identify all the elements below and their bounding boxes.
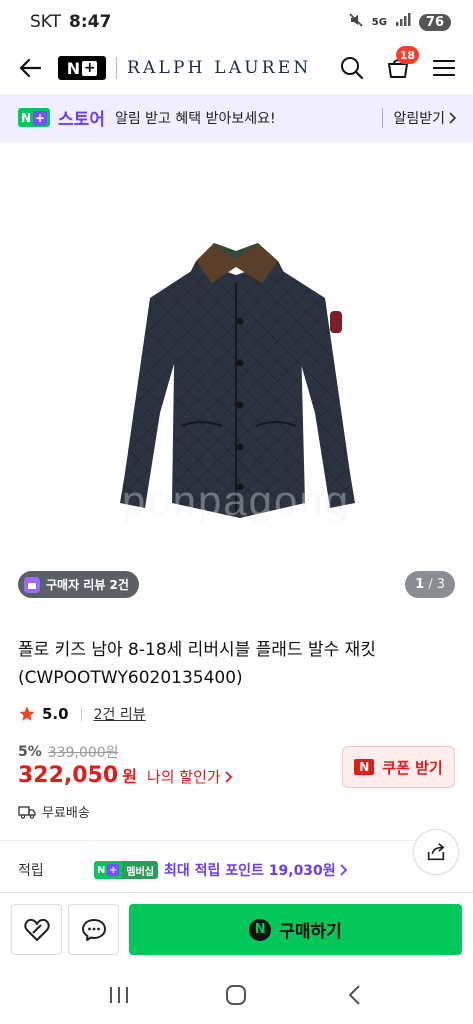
- naver-plus-logo[interactable]: N +: [58, 56, 106, 80]
- price-row: 322,050 원 나의 할인가: [18, 763, 233, 788]
- notification-banner[interactable]: N + 스토어 알림 받고 혜택 받아보세요! 알림받기: [0, 94, 473, 142]
- review-count-link[interactable]: 2건 리뷰: [94, 704, 146, 724]
- membership-label: 멤버십: [122, 861, 158, 879]
- menu-button[interactable]: [431, 55, 457, 81]
- notify-me-button[interactable]: 알림받기: [382, 107, 457, 128]
- rating-score: 5.0: [42, 705, 69, 723]
- my-discount-price-link[interactable]: 나의 할인가: [147, 766, 233, 787]
- share-icon: [427, 843, 445, 861]
- system-back-button[interactable]: [334, 975, 374, 1015]
- store-label: 스토어: [58, 110, 105, 130]
- shipping-label: 무료배송: [42, 806, 90, 821]
- search-button[interactable]: [339, 55, 365, 81]
- buy-now-label: 구매하기: [279, 922, 342, 942]
- home-button[interactable]: [216, 975, 256, 1015]
- back-icon: [349, 985, 360, 1005]
- star-icon: [19, 706, 35, 721]
- chat-icon: [81, 918, 106, 941]
- rating-row: 5.0 2건 리뷰: [18, 704, 146, 724]
- rating-divider: [80, 707, 82, 721]
- system-navigation-bar: [0, 966, 473, 1024]
- chevron-right-icon: [340, 864, 347, 876]
- heart-icon: [23, 918, 50, 941]
- home-icon: [226, 985, 247, 1005]
- truck-icon: [18, 805, 36, 819]
- cart-count-badge: 18: [395, 46, 419, 64]
- product-title: 폴로 키즈 남아 8-18세 리버시블 플래드 발수 재킷 (CWPOOTWY6…: [18, 640, 376, 688]
- buyer-review-label: 구매자 리뷰 2건: [46, 578, 129, 592]
- talk-button[interactable]: [68, 904, 119, 955]
- signal-icon: [395, 13, 411, 31]
- shipping-row: 무료배송: [18, 802, 90, 821]
- notice-text: 알림 받고 혜택 받아보세요!: [114, 110, 276, 127]
- network-label: 5G: [371, 16, 387, 28]
- my-discount-price-label: 나의 할인가: [146, 768, 221, 786]
- notify-me-label: 알림받기: [393, 110, 445, 127]
- points-label: 적립: [18, 863, 44, 879]
- naver-plus-store-logo: N + 스토어: [18, 105, 105, 130]
- original-price: 339,000원: [47, 745, 119, 761]
- recent-apps-button[interactable]: [99, 975, 139, 1015]
- recent-apps-icon: [109, 987, 128, 1003]
- wishlist-button[interactable]: [11, 904, 62, 955]
- brand-name[interactable]: RALPH LAUREN: [127, 58, 311, 78]
- search-icon: [341, 57, 364, 80]
- buy-now-button[interactable]: N 구매하기: [129, 904, 462, 955]
- svg-text:ponpagong: ponpagong: [122, 477, 350, 524]
- current-page: 1: [415, 577, 425, 592]
- status-bar: SKT 8:47 5G 76: [0, 0, 473, 44]
- coupon-n-icon: N: [354, 759, 375, 775]
- image-page-indicator: 1 / 3: [405, 571, 455, 598]
- cart-button[interactable]: 18: [385, 46, 419, 81]
- page-separator: /: [428, 577, 433, 592]
- discount-rate: 5%: [18, 744, 42, 760]
- battery-indicator: 76: [418, 13, 451, 31]
- carrier-label: SKT: [30, 12, 62, 32]
- buyer-review-chip[interactable]: 구매자 리뷰 2건: [18, 571, 139, 598]
- app-header: N + RALPH LAUREN 18: [0, 44, 473, 92]
- naver-plus-membership-badge: N + 멤버십: [94, 861, 158, 879]
- back-button[interactable]: [16, 54, 44, 82]
- chevron-right-icon: [449, 111, 457, 124]
- section-divider: [0, 840, 420, 841]
- coupon-button[interactable]: N 쿠폰 받기: [342, 746, 455, 788]
- share-button[interactable]: [413, 829, 459, 875]
- product-image-gallery[interactable]: ponpagong: [0, 143, 473, 605]
- max-points-label: 최대 적립 포인트 19,030원: [163, 863, 336, 879]
- chevron-right-icon: [225, 770, 232, 783]
- coupon-label: 쿠폰 받기: [382, 758, 443, 777]
- review-bag-icon: [24, 576, 40, 593]
- sale-price: 322,050: [18, 763, 119, 788]
- menu-icon: [433, 60, 455, 76]
- mute-icon: [348, 12, 364, 32]
- product-jacket-image: ponpagong: [120, 243, 355, 524]
- brand-divider: [116, 57, 117, 79]
- points-row: 적립 N + 멤버십 최대 적립 포인트 19,030원: [18, 860, 348, 880]
- total-pages: 3: [436, 577, 445, 592]
- currency-unit: 원: [122, 767, 137, 786]
- header-actions: 18: [339, 46, 457, 81]
- max-points-link[interactable]: 최대 적립 포인트 19,030원: [164, 860, 348, 880]
- clock: 8:47: [69, 12, 112, 32]
- status-icons: 5G 76: [348, 12, 451, 32]
- back-arrow-icon: [19, 58, 41, 78]
- purchase-bar: N 구매하기: [0, 892, 473, 966]
- discount-row: 5% 339,000원: [18, 742, 119, 762]
- naver-pay-n-icon: N: [249, 918, 272, 941]
